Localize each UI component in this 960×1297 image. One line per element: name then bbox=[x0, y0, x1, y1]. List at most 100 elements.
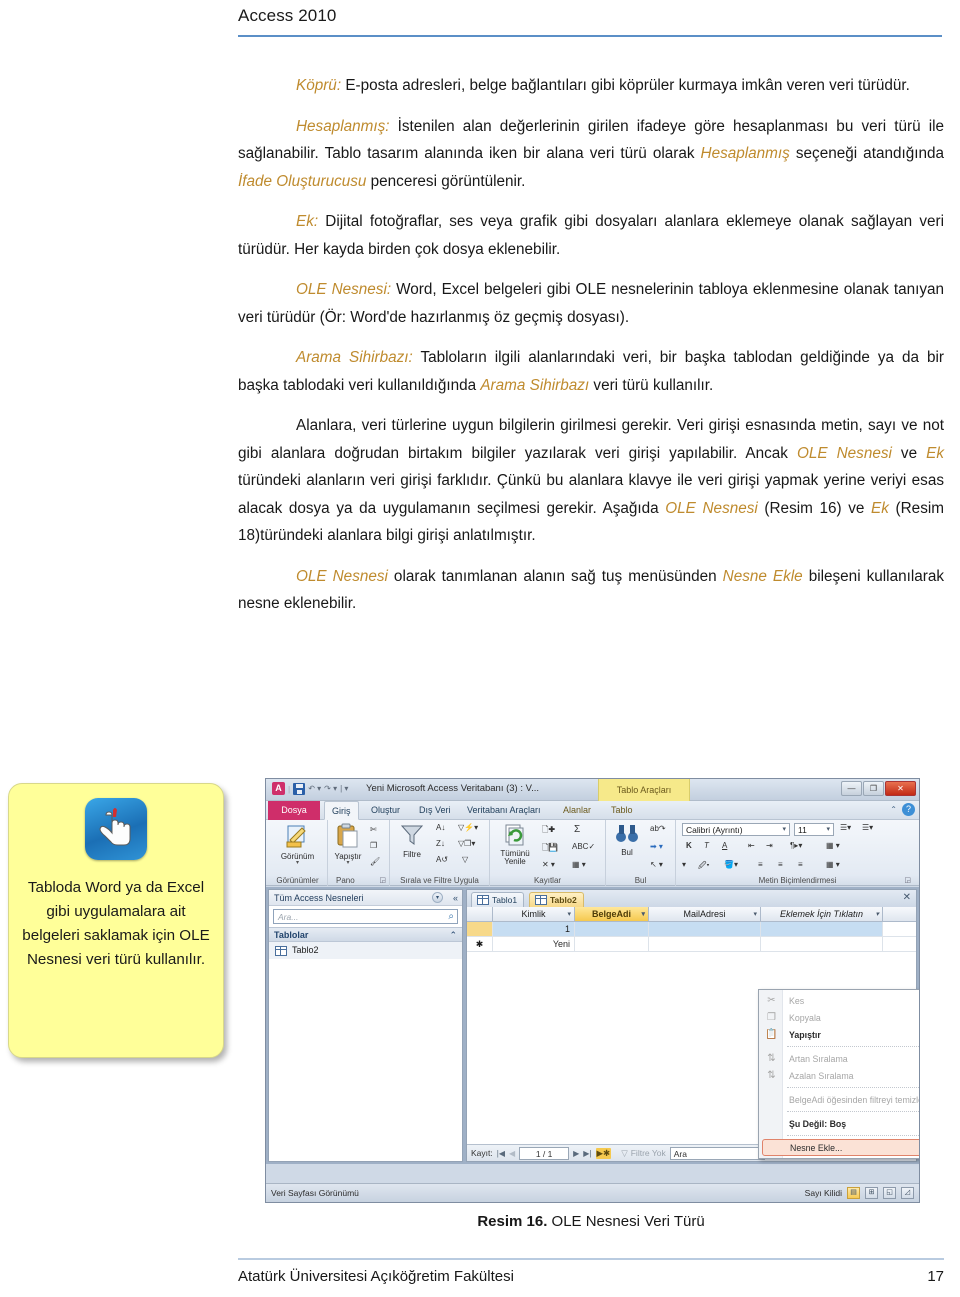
collapse-ribbon-icon[interactable]: ⌃ bbox=[890, 805, 897, 814]
paste-button[interactable]: Yapıştır ▾ bbox=[329, 823, 367, 866]
cell-addnew[interactable] bbox=[761, 922, 883, 936]
font-size-dropdown-icon[interactable]: ▾ bbox=[826, 824, 830, 836]
menu-item-nesne-ekle[interactable]: Nesne Ekle... bbox=[762, 1139, 919, 1156]
find-button[interactable]: Bul bbox=[607, 823, 647, 857]
sort-ascending-icon[interactable]: A↓ bbox=[436, 823, 445, 832]
cell-addnew-new[interactable] bbox=[761, 937, 883, 951]
totals-icon[interactable]: Σ bbox=[574, 824, 580, 835]
menu-item-filtreyi-temizle[interactable]: BelgeAdi öğesinden filtreyi temizle bbox=[759, 1091, 919, 1108]
advanced-filter-icon[interactable]: ▽❐▾ bbox=[458, 839, 475, 848]
refresh-all-button[interactable]: Tümünü Yenile bbox=[491, 823, 539, 866]
bold-icon[interactable]: K bbox=[686, 841, 692, 850]
underline-icon[interactable]: A bbox=[722, 841, 727, 850]
tab-dis-veri[interactable]: Dış Veri bbox=[412, 801, 458, 820]
row-selector[interactable] bbox=[467, 922, 493, 936]
replace-icon[interactable]: ab↷ bbox=[650, 824, 666, 833]
number-list-icon[interactable]: ☰▾ bbox=[862, 823, 873, 832]
new-record-icon[interactable]: ▶✱ bbox=[595, 1147, 612, 1159]
chevron-down-icon[interactable]: ▾ bbox=[432, 892, 443, 903]
delete-record-icon[interactable]: ✕ ▾ bbox=[542, 860, 555, 869]
collapse-nav-pane-icon[interactable]: « bbox=[453, 890, 458, 906]
cell-belgeadi[interactable] bbox=[575, 922, 649, 936]
cut-icon[interactable]: ✄ bbox=[370, 825, 377, 834]
close-button[interactable]: ✕ bbox=[885, 781, 916, 796]
help-icon[interactable]: ? bbox=[902, 803, 915, 816]
metin-dialog-launcher[interactable]: ◲ bbox=[904, 876, 911, 884]
align-left-icon[interactable]: ≡ bbox=[758, 860, 763, 869]
chevron-down-icon[interactable]: ▾ bbox=[567, 910, 571, 918]
menu-item-kes[interactable]: ✂ Kes bbox=[759, 992, 919, 1009]
chevron-down-icon[interactable]: ▾ bbox=[753, 910, 757, 918]
ribbon-tab-strip[interactable]: Dosya Giriş Oluştur Dış Veri Veritabanı … bbox=[266, 801, 919, 820]
save-record-icon[interactable]: 🗋💾 bbox=[542, 842, 558, 856]
pivotchart-view-icon[interactable]: ◱ bbox=[883, 1187, 896, 1199]
redo-icon[interactable]: ↷ ▾ bbox=[324, 784, 337, 793]
goto-icon[interactable]: ➡ ▾ bbox=[650, 842, 663, 851]
tab-veritabani-araclari[interactable]: Veritabanı Araçları bbox=[460, 801, 548, 820]
paste-dropdown-icon[interactable]: ▾ bbox=[329, 860, 367, 866]
menu-item-kopyala[interactable]: ❐ Kopyala bbox=[759, 1009, 919, 1026]
new-row-marker[interactable]: ✱ bbox=[467, 937, 493, 951]
design-view-icon[interactable]: ◿ bbox=[901, 1187, 914, 1199]
format-painter-icon[interactable]: 🖌 bbox=[370, 857, 380, 866]
customize-qat-icon[interactable]: | ▾ bbox=[340, 784, 348, 793]
search-icon[interactable]: ⌕ bbox=[448, 911, 454, 922]
last-record-icon[interactable]: ▶| bbox=[583, 1149, 591, 1158]
bullet-list-icon[interactable]: ☰▾ bbox=[840, 823, 851, 832]
spelling-icon[interactable]: ABC✓ bbox=[572, 842, 595, 851]
tab-tablo[interactable]: Tablo bbox=[604, 801, 640, 820]
toggle-filter-icon[interactable]: ▽ bbox=[462, 855, 468, 864]
menu-item-su-degil-bos[interactable]: Şu Değil: Boş bbox=[759, 1115, 919, 1132]
cell-kimlik[interactable]: 1 bbox=[493, 922, 575, 936]
menu-item-yapistir[interactable]: 📋 Yapıştır bbox=[759, 1026, 919, 1043]
align-center-icon[interactable]: ≡ bbox=[778, 860, 783, 869]
highlight-color-icon[interactable]: 🖉▾ bbox=[698, 860, 710, 874]
nav-pane-header[interactable]: Tüm Access Nesneleri ▾ « bbox=[269, 890, 462, 906]
doc-tab-tablo2[interactable]: Tablo2 bbox=[529, 892, 584, 907]
sort-descending-icon[interactable]: Z↓ bbox=[436, 839, 445, 848]
view-button[interactable]: Görünüm ▾ bbox=[268, 823, 327, 866]
pivottable-view-icon[interactable]: ⊞ bbox=[865, 1187, 878, 1199]
clear-sort-icon[interactable]: A↺ bbox=[436, 855, 448, 864]
maximize-button[interactable]: ❐ bbox=[863, 781, 884, 796]
fill-color-icon[interactable]: 🪣▾ bbox=[724, 860, 738, 869]
font-size-combobox[interactable]: 11 ▾ bbox=[794, 823, 834, 836]
tab-dosya[interactable]: Dosya bbox=[268, 801, 320, 820]
column-header-kimlik[interactable]: Kimlik ▾ bbox=[493, 907, 575, 921]
context-menu[interactable]: ✂ Kes ❐ Kopyala 📋 Yapıştır ⇅ Artan Sıral… bbox=[758, 989, 919, 1159]
previous-record-icon[interactable]: ◀ bbox=[509, 1149, 515, 1158]
table-row-new[interactable]: ✱ Yeni bbox=[467, 937, 916, 952]
font-color-dropdown-icon[interactable]: ▾ bbox=[682, 860, 686, 869]
rtl-direction-icon[interactable]: ¶▸▾ bbox=[790, 841, 802, 850]
font-name-combobox[interactable]: Calibri (Ayrıntı) ▾ bbox=[682, 823, 790, 836]
new-record-icon[interactable]: 🗋✚ bbox=[542, 824, 555, 838]
select-icon[interactable]: ↖ ▾ bbox=[650, 860, 663, 869]
doc-tab-tablo1[interactable]: Tablo1 bbox=[471, 892, 525, 907]
column-header-add-new-field[interactable]: Eklemek İçin Tıklatın ▾ bbox=[761, 907, 883, 921]
chevron-down-icon[interactable]: ▾ bbox=[875, 910, 879, 918]
align-right-icon[interactable]: ≡ bbox=[798, 860, 803, 869]
chevron-down-icon[interactable]: ▾ bbox=[641, 910, 645, 918]
datasheet-format-icon[interactable]: ▦ ▾ bbox=[826, 841, 840, 850]
first-record-icon[interactable]: |◀ bbox=[497, 1149, 505, 1158]
access-app-icon[interactable]: A bbox=[272, 782, 285, 795]
nav-item-tablo2[interactable]: Tablo2 bbox=[269, 942, 462, 959]
decrease-indent-icon[interactable]: ⇤ bbox=[748, 841, 755, 850]
record-search-input[interactable]: Ara bbox=[669, 1146, 765, 1160]
cell-kimlik-new[interactable]: Yeni bbox=[493, 937, 575, 951]
document-tab-strip[interactable]: Tablo1 Tablo2 ✕ bbox=[467, 890, 916, 907]
cell-mailadresi-new[interactable] bbox=[649, 937, 761, 951]
tab-olustur[interactable]: Oluştur bbox=[364, 801, 407, 820]
font-name-dropdown-icon[interactable]: ▾ bbox=[782, 824, 786, 836]
view-dropdown-icon[interactable]: ▾ bbox=[268, 860, 327, 866]
menu-item-azalan-siralama[interactable]: ⇅ Azalan Sıralama bbox=[759, 1067, 919, 1084]
copy-icon[interactable]: ❐ bbox=[370, 841, 377, 850]
next-record-icon[interactable]: ▶ bbox=[573, 1149, 579, 1158]
datasheet-view-icon[interactable]: ▤ bbox=[847, 1187, 860, 1199]
undo-icon[interactable]: ↶ ▾ bbox=[308, 784, 321, 793]
menu-item-artan-siralama[interactable]: ⇅ Artan Sıralama bbox=[759, 1050, 919, 1067]
nav-group-tablolar[interactable]: Tablolar ⌃ bbox=[269, 927, 462, 942]
tab-alanlar[interactable]: Alanlar bbox=[556, 801, 598, 820]
nav-search-input[interactable]: Ara... ⌕ bbox=[273, 909, 458, 924]
window-controls[interactable]: — ❐ ✕ bbox=[841, 781, 916, 796]
